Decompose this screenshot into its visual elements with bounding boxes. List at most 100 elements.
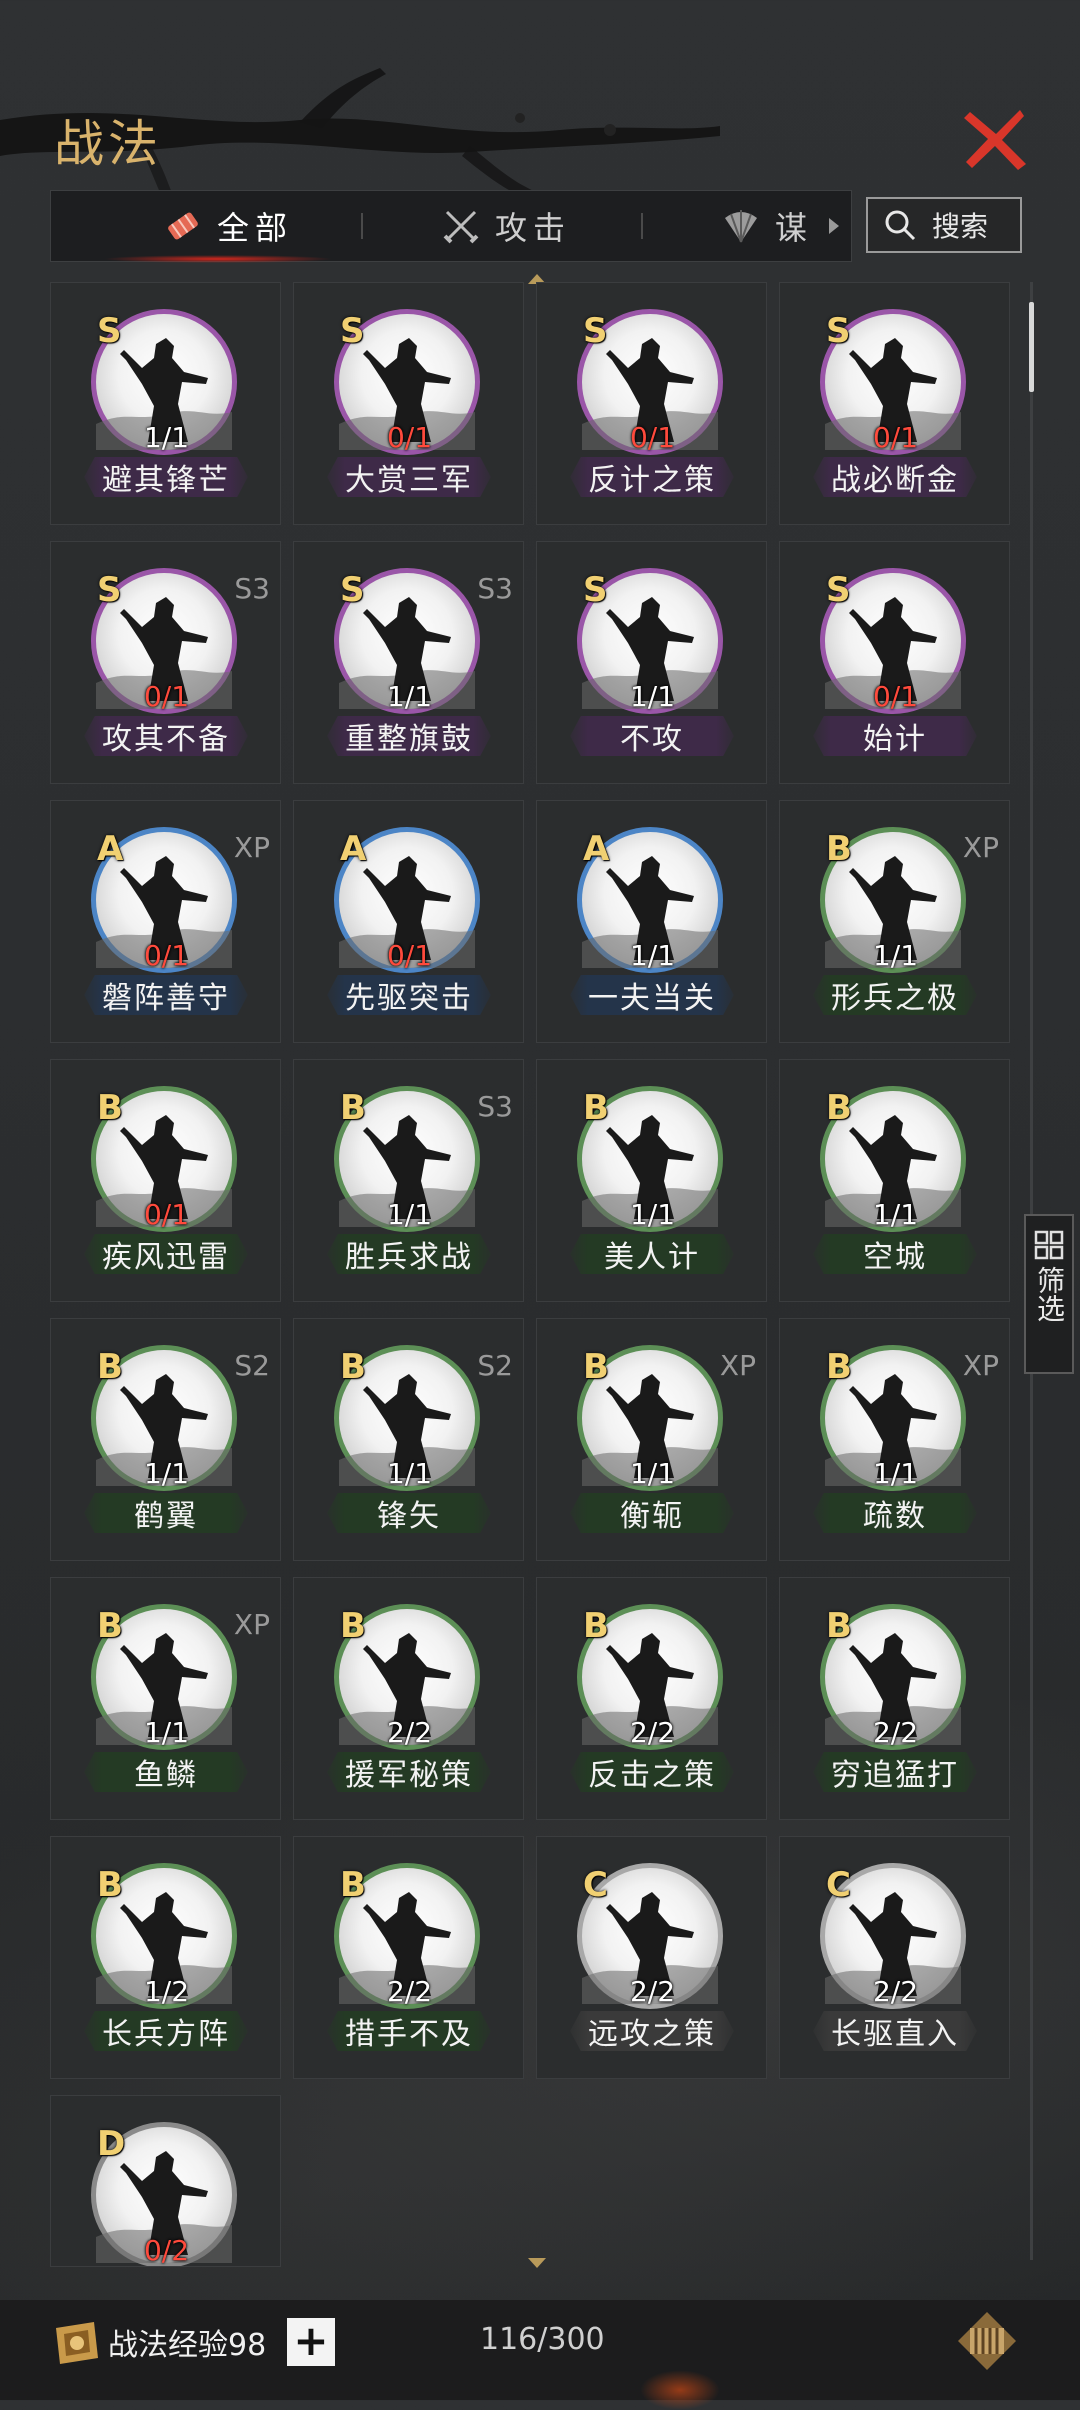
- tactic-card[interactable]: B XP 1/1 疏数: [779, 1318, 1010, 1561]
- tactic-name: 重整旗鼓: [327, 716, 491, 756]
- tab-divider: [641, 213, 643, 239]
- tactic-name: 攻其不备: [84, 716, 248, 756]
- tactic-count: 0/1: [629, 421, 676, 454]
- tactic-card[interactable]: B XP 1/1 衡轭: [536, 1318, 767, 1561]
- tactic-name: 鹤翼: [84, 1493, 248, 1533]
- tactic-name: 长驱直入: [813, 2011, 977, 2051]
- tactic-count: 1/1: [629, 1457, 676, 1490]
- grade-badge: D: [97, 2124, 126, 2164]
- tactic-card[interactable]: A 0/1 先驱突击: [293, 800, 524, 1043]
- chevron-right-icon: [829, 218, 840, 234]
- tactic-card[interactable]: D 0/2: [50, 2095, 281, 2267]
- tactic-name: 锋矢: [327, 1493, 491, 1533]
- season-tag: S2: [477, 1349, 513, 1382]
- tactic-count: 1/1: [629, 1198, 676, 1231]
- grade-badge: B: [97, 1088, 123, 1128]
- tactic-card[interactable]: B S3 1/1 胜兵求战: [293, 1059, 524, 1302]
- grade-badge: C: [583, 1865, 608, 1905]
- tactic-card[interactable]: B XP 1/1 鱼鳞: [50, 1577, 281, 1820]
- grade-badge: B: [583, 1606, 609, 1646]
- season-tag: XP: [962, 831, 999, 864]
- tactic-count: 1/1: [143, 1716, 190, 1749]
- add-exp-button[interactable]: +: [287, 2318, 335, 2366]
- tactic-card[interactable]: B 2/2 穷追猛打: [779, 1577, 1010, 1820]
- grade-badge: S: [583, 311, 608, 351]
- tactic-name: 始计: [813, 716, 977, 756]
- grade-badge: S: [340, 311, 365, 351]
- tactic-name: 先驱突击: [327, 975, 491, 1015]
- scroll-case-icon[interactable]: [956, 2310, 1018, 2372]
- tactic-count: 1/1: [386, 1198, 433, 1231]
- tactic-count: 2/2: [629, 1716, 676, 1749]
- tactic-card[interactable]: B 2/2 反击之策: [536, 1577, 767, 1820]
- tactic-card[interactable]: B 2/2 援军秘策: [293, 1577, 524, 1820]
- filter-label: 筛选: [1033, 1266, 1066, 1322]
- tactic-count: 0/1: [143, 680, 190, 713]
- grid-filter-icon: [1034, 1230, 1064, 1260]
- tactic-name: 鱼鳞: [84, 1752, 248, 1792]
- tab-all-label: 全部: [217, 209, 294, 247]
- tactic-name: 大赏三军: [327, 457, 491, 497]
- scroll-down-icon: [528, 2258, 546, 2268]
- scrollbar-thumb[interactable]: [1029, 302, 1034, 392]
- tab-divider: [361, 213, 363, 239]
- tactic-name: 疏数: [813, 1493, 977, 1533]
- tactic-count: 2/2: [386, 1975, 433, 2008]
- grade-badge: S: [826, 311, 851, 351]
- search-button[interactable]: 搜索: [866, 197, 1022, 253]
- tactic-name: 穷追猛打: [813, 1752, 977, 1792]
- tactic-exp-label: 战法经验98: [108, 2328, 267, 2363]
- tab-strategy[interactable]: 谋: [721, 191, 841, 261]
- tactic-card[interactable]: B S2 1/1 锋矢: [293, 1318, 524, 1561]
- tactic-capacity: 116/300: [480, 2322, 605, 2357]
- season-tag: XP: [233, 831, 270, 864]
- filter-button[interactable]: 筛选: [1024, 1214, 1074, 1374]
- tactic-count: 1/1: [143, 421, 190, 454]
- tactic-card[interactable]: B 1/1 空城: [779, 1059, 1010, 1302]
- tactic-count: 1/1: [386, 680, 433, 713]
- tactic-card[interactable]: B 1/1 美人计: [536, 1059, 767, 1302]
- tactic-count: 1/1: [872, 1457, 919, 1490]
- close-icon[interactable]: [960, 104, 1030, 174]
- tactic-card[interactable]: S S3 1/1 重整旗鼓: [293, 541, 524, 784]
- grade-badge: A: [583, 829, 610, 869]
- tactic-card[interactable]: S 1/1 不攻: [536, 541, 767, 784]
- tactic-card[interactable]: B XP 1/1 形兵之极: [779, 800, 1010, 1043]
- fist-scroll-icon: [56, 2322, 98, 2364]
- tactic-count: 0/1: [143, 1198, 190, 1231]
- tactic-name: 一夫当关: [570, 975, 734, 1015]
- tactic-card[interactable]: C 2/2 远攻之策: [536, 1836, 767, 2079]
- tactic-card[interactable]: A XP 0/1 磐阵善守: [50, 800, 281, 1043]
- tactic-count: 1/1: [629, 680, 676, 713]
- tab-attack[interactable]: 攻击: [441, 191, 571, 261]
- tactic-name: 形兵之极: [813, 975, 977, 1015]
- tactic-card[interactable]: S 0/1 始计: [779, 541, 1010, 784]
- tactic-count: 1/1: [386, 1457, 433, 1490]
- tactic-card[interactable]: C 2/2 长驱直入: [779, 1836, 1010, 2079]
- tab-strategy-label: 谋: [775, 209, 814, 247]
- tactic-card[interactable]: A 1/1 一夫当关: [536, 800, 767, 1043]
- grade-badge: A: [340, 829, 367, 869]
- tactic-card[interactable]: B 1/2 长兵方阵: [50, 1836, 281, 2079]
- page-title: 战法: [54, 115, 162, 173]
- tactic-name: 援军秘策: [327, 1752, 491, 1792]
- tactic-name: 疾风迅雷: [84, 1234, 248, 1274]
- grade-badge: B: [340, 1347, 366, 1387]
- tactic-name: 反击之策: [570, 1752, 734, 1792]
- fan-icon: [725, 210, 757, 243]
- tactic-card[interactable]: B 2/2 措手不及: [293, 1836, 524, 2079]
- season-tag: S3: [477, 572, 513, 605]
- tactic-card[interactable]: B 0/1 疾风迅雷: [50, 1059, 281, 1302]
- tactic-card[interactable]: B S2 1/1 鹤翼: [50, 1318, 281, 1561]
- tactic-card[interactable]: S 1/1 避其锋芒: [50, 282, 281, 525]
- season-tag: XP: [233, 1608, 270, 1641]
- tactic-card[interactable]: S 0/1 反计之策: [536, 282, 767, 525]
- tactic-name: 反计之策: [570, 457, 734, 497]
- tab-all[interactable]: 全部: [102, 191, 334, 263]
- tactic-card[interactable]: S S3 0/1 攻其不备: [50, 541, 281, 784]
- tactic-name: 不攻: [570, 716, 734, 756]
- tactic-card[interactable]: S 0/1 大赏三军: [293, 282, 524, 525]
- tactic-card[interactable]: S 0/1 战必断金: [779, 282, 1010, 525]
- tab-attack-label: 攻击: [495, 209, 572, 247]
- grade-badge: B: [826, 829, 852, 869]
